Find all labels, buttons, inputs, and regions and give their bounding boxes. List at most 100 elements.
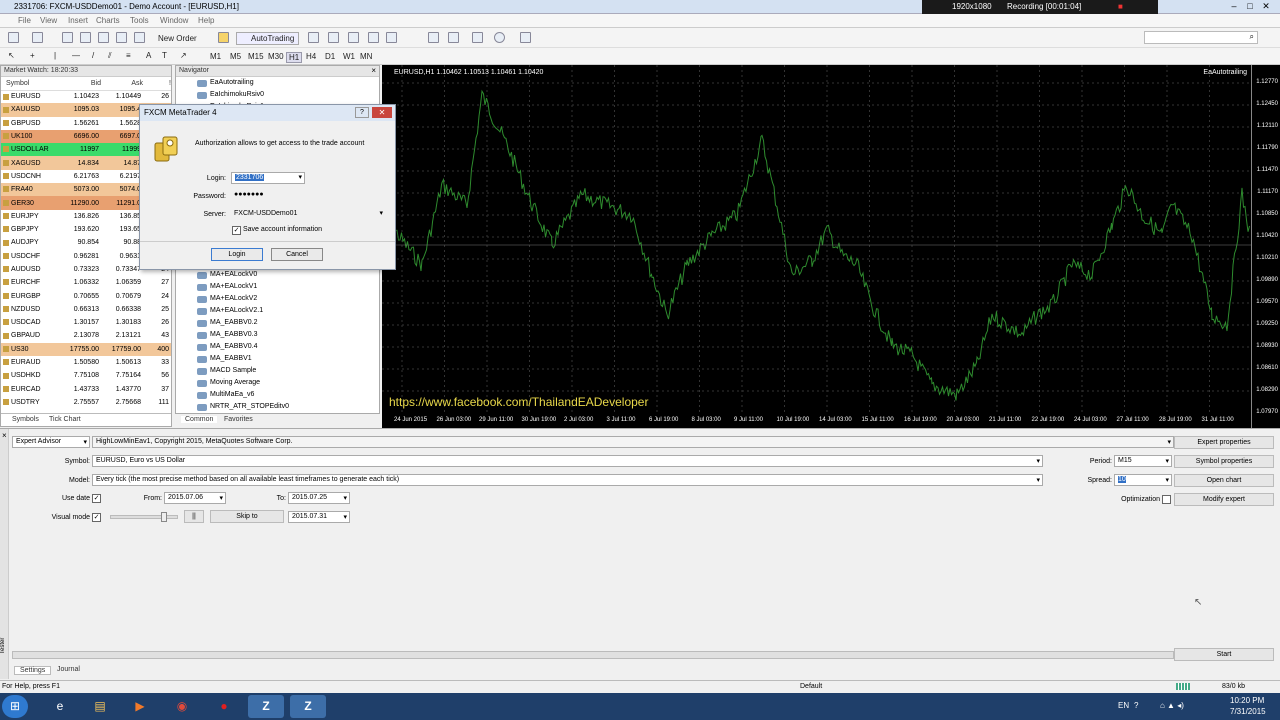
symbol-properties-button[interactable]: Symbol properties [1174,455,1274,468]
navigator-item[interactable]: MA+EALockV1 [197,283,257,291]
mt4-icon[interactable]: Z [248,695,284,718]
login-dropdown-icon[interactable]: ▾ [298,173,302,181]
password-field[interactable]: ●●●●●●● [231,190,305,202]
clock-date[interactable]: 7/31/2015 [1230,707,1266,716]
login-button[interactable]: Login [211,248,263,261]
open-chart-button[interactable]: Open chart [1174,474,1274,487]
maximize-icon[interactable]: □ [1242,1,1258,11]
skip-date-field[interactable]: 2015.07.31 ▾ [288,511,350,523]
help-tray-icon[interactable]: ? [1134,701,1138,710]
autoscroll-icon[interactable] [448,32,459,43]
table-row[interactable]: EURCHF 1.06332 1.06359 27 [1,276,171,289]
menu-window[interactable]: Window [160,16,188,25]
tray-icons[interactable]: ⌂ ▲ ◂) [1160,701,1184,710]
channel-icon[interactable]: ⫽ [108,51,112,61]
label-icon[interactable]: T [162,51,167,60]
profiles-icon[interactable] [32,32,43,43]
skip-to-button[interactable]: Skip to [210,510,284,523]
tab-journal[interactable]: Journal [57,666,80,673]
tab-favorites[interactable]: Favorites [224,416,253,423]
menu-file[interactable]: File [18,16,31,25]
save-account-checkbox[interactable]: ✓ [232,226,241,235]
new-chart-icon[interactable] [8,32,19,43]
timeframe-m5[interactable]: M5 [230,52,241,61]
speed-slider-handle[interactable] [161,512,167,522]
col-ask[interactable]: Ask [101,77,143,91]
market-watch-icon[interactable] [62,32,73,43]
search-input[interactable]: ⌕ [1144,31,1258,44]
table-row[interactable]: USDTRY 2.75557 2.75668 111 [1,396,171,409]
navigator-item[interactable]: EaAutotrailing [197,79,254,87]
timeframe-mn[interactable]: MN [360,52,372,61]
timeframe-m30[interactable]: M30 [268,52,284,61]
tester-type-select[interactable]: Expert Advisor ▾ [12,436,90,448]
autotrading-button[interactable]: AutoTrading [236,32,300,45]
menu-tools[interactable]: Tools [130,16,149,25]
chrome-icon[interactable]: ◉ [164,695,200,718]
dialog-help-icon[interactable]: ? [355,107,369,118]
server-select[interactable]: FXCM-USDDemo01 ▾ [231,209,385,221]
tester-icon[interactable] [134,32,145,43]
vertical-line-icon[interactable]: | [54,51,56,60]
timeframe-h1[interactable]: H1 [286,52,303,63]
fibonacci-icon[interactable]: ≡ [126,51,131,60]
indicators-icon[interactable] [472,32,483,43]
expert-select[interactable]: HighLowMinEav1, Copyright 2015, MetaQuot… [92,436,1174,448]
table-row[interactable]: EURAUD 1.50580 1.50613 33 [1,356,171,369]
navigator-item[interactable]: Moving Average [197,379,260,387]
crosshair-icon[interactable]: + [30,51,35,60]
recorder-icon[interactable]: ● [206,695,242,718]
table-row[interactable]: NZDUSD 0.66313 0.66338 25 [1,303,171,316]
model-select[interactable]: Every tick (the most precise method base… [92,474,1043,486]
navigator-item[interactable]: MA_EABBV0.4 [197,343,257,351]
period-select[interactable]: M15 ▾ [1114,455,1172,467]
stop-record-icon[interactable]: ■ [1118,2,1123,11]
timeframe-w1[interactable]: W1 [343,52,355,61]
from-date-field[interactable]: 2015.07.06 ▾ [164,492,226,504]
new-order-button[interactable]: New Order [158,34,197,43]
symbol-select[interactable]: EURUSD, Euro vs US Dollar ▾ [92,455,1043,467]
navigator-item[interactable]: MA_EABBV1 [197,355,252,363]
navigator-close-icon[interactable]: × [371,66,376,75]
navigator-item[interactable]: MA+EALockV2 [197,295,257,303]
table-row[interactable]: GBPAUD 2.13078 2.13121 43 [1,329,171,342]
login-field[interactable]: 2331706 ▾ [231,172,305,184]
start-menu-icon[interactable]: ⊞ [2,695,28,718]
navigator-item[interactable]: MACD Sample [197,367,256,375]
pause-button[interactable]: || [184,510,204,523]
search-icon[interactable]: ⌕ [1250,32,1254,42]
ie-icon[interactable]: e [42,695,78,718]
col-symbol[interactable]: Symbol [1,77,59,91]
speed-slider[interactable] [110,512,178,522]
horizontal-line-icon[interactable]: — [72,51,80,60]
use-date-checkbox[interactable]: ✓ [92,494,101,503]
cursor-icon[interactable]: ↖ [8,51,15,60]
navigator-item[interactable]: EaIchimokuRsiv0 [197,91,264,99]
table-row[interactable]: EURGBP 0.70655 0.70679 24 [1,289,171,302]
tester-close-icon[interactable]: × [2,431,7,440]
navigator-item[interactable]: MA_EABBV0.2 [197,319,257,327]
minimize-icon[interactable]: – [1226,1,1242,11]
timeframe-m15[interactable]: M15 [248,52,264,61]
table-row[interactable]: US30 17755.00 17759.00 400 [1,342,171,356]
explorer-icon[interactable]: ▤ [82,695,118,718]
price-chart[interactable]: EURUSD,H1 1.10462 1.10513 1.10461 1.1042… [382,65,1280,428]
navigator-item[interactable]: MA_EABBV0.3 [197,331,257,339]
timeframe-h4[interactable]: H4 [306,52,316,61]
timeframe-m1[interactable]: M1 [210,52,221,61]
navigator-icon[interactable] [98,32,109,43]
optimization-checkbox[interactable] [1162,495,1171,504]
candlesticks-icon[interactable] [328,32,339,43]
language-indicator[interactable]: EN [1118,701,1129,710]
zoom-out-icon[interactable] [386,32,397,43]
menu-insert[interactable]: Insert [68,16,88,25]
visual-mode-checkbox[interactable]: ✓ [92,513,101,522]
tab-common[interactable]: Common [181,416,218,423]
col-bid[interactable]: Bid [59,77,101,91]
chart-shift-icon[interactable] [428,32,439,43]
data-window-icon[interactable] [80,32,91,43]
close-icon[interactable]: ✕ [1258,1,1274,12]
tab-symbols[interactable]: Symbols [9,416,42,423]
tab-tick-chart[interactable]: Tick Chart [49,416,81,423]
menu-view[interactable]: View [40,16,57,25]
